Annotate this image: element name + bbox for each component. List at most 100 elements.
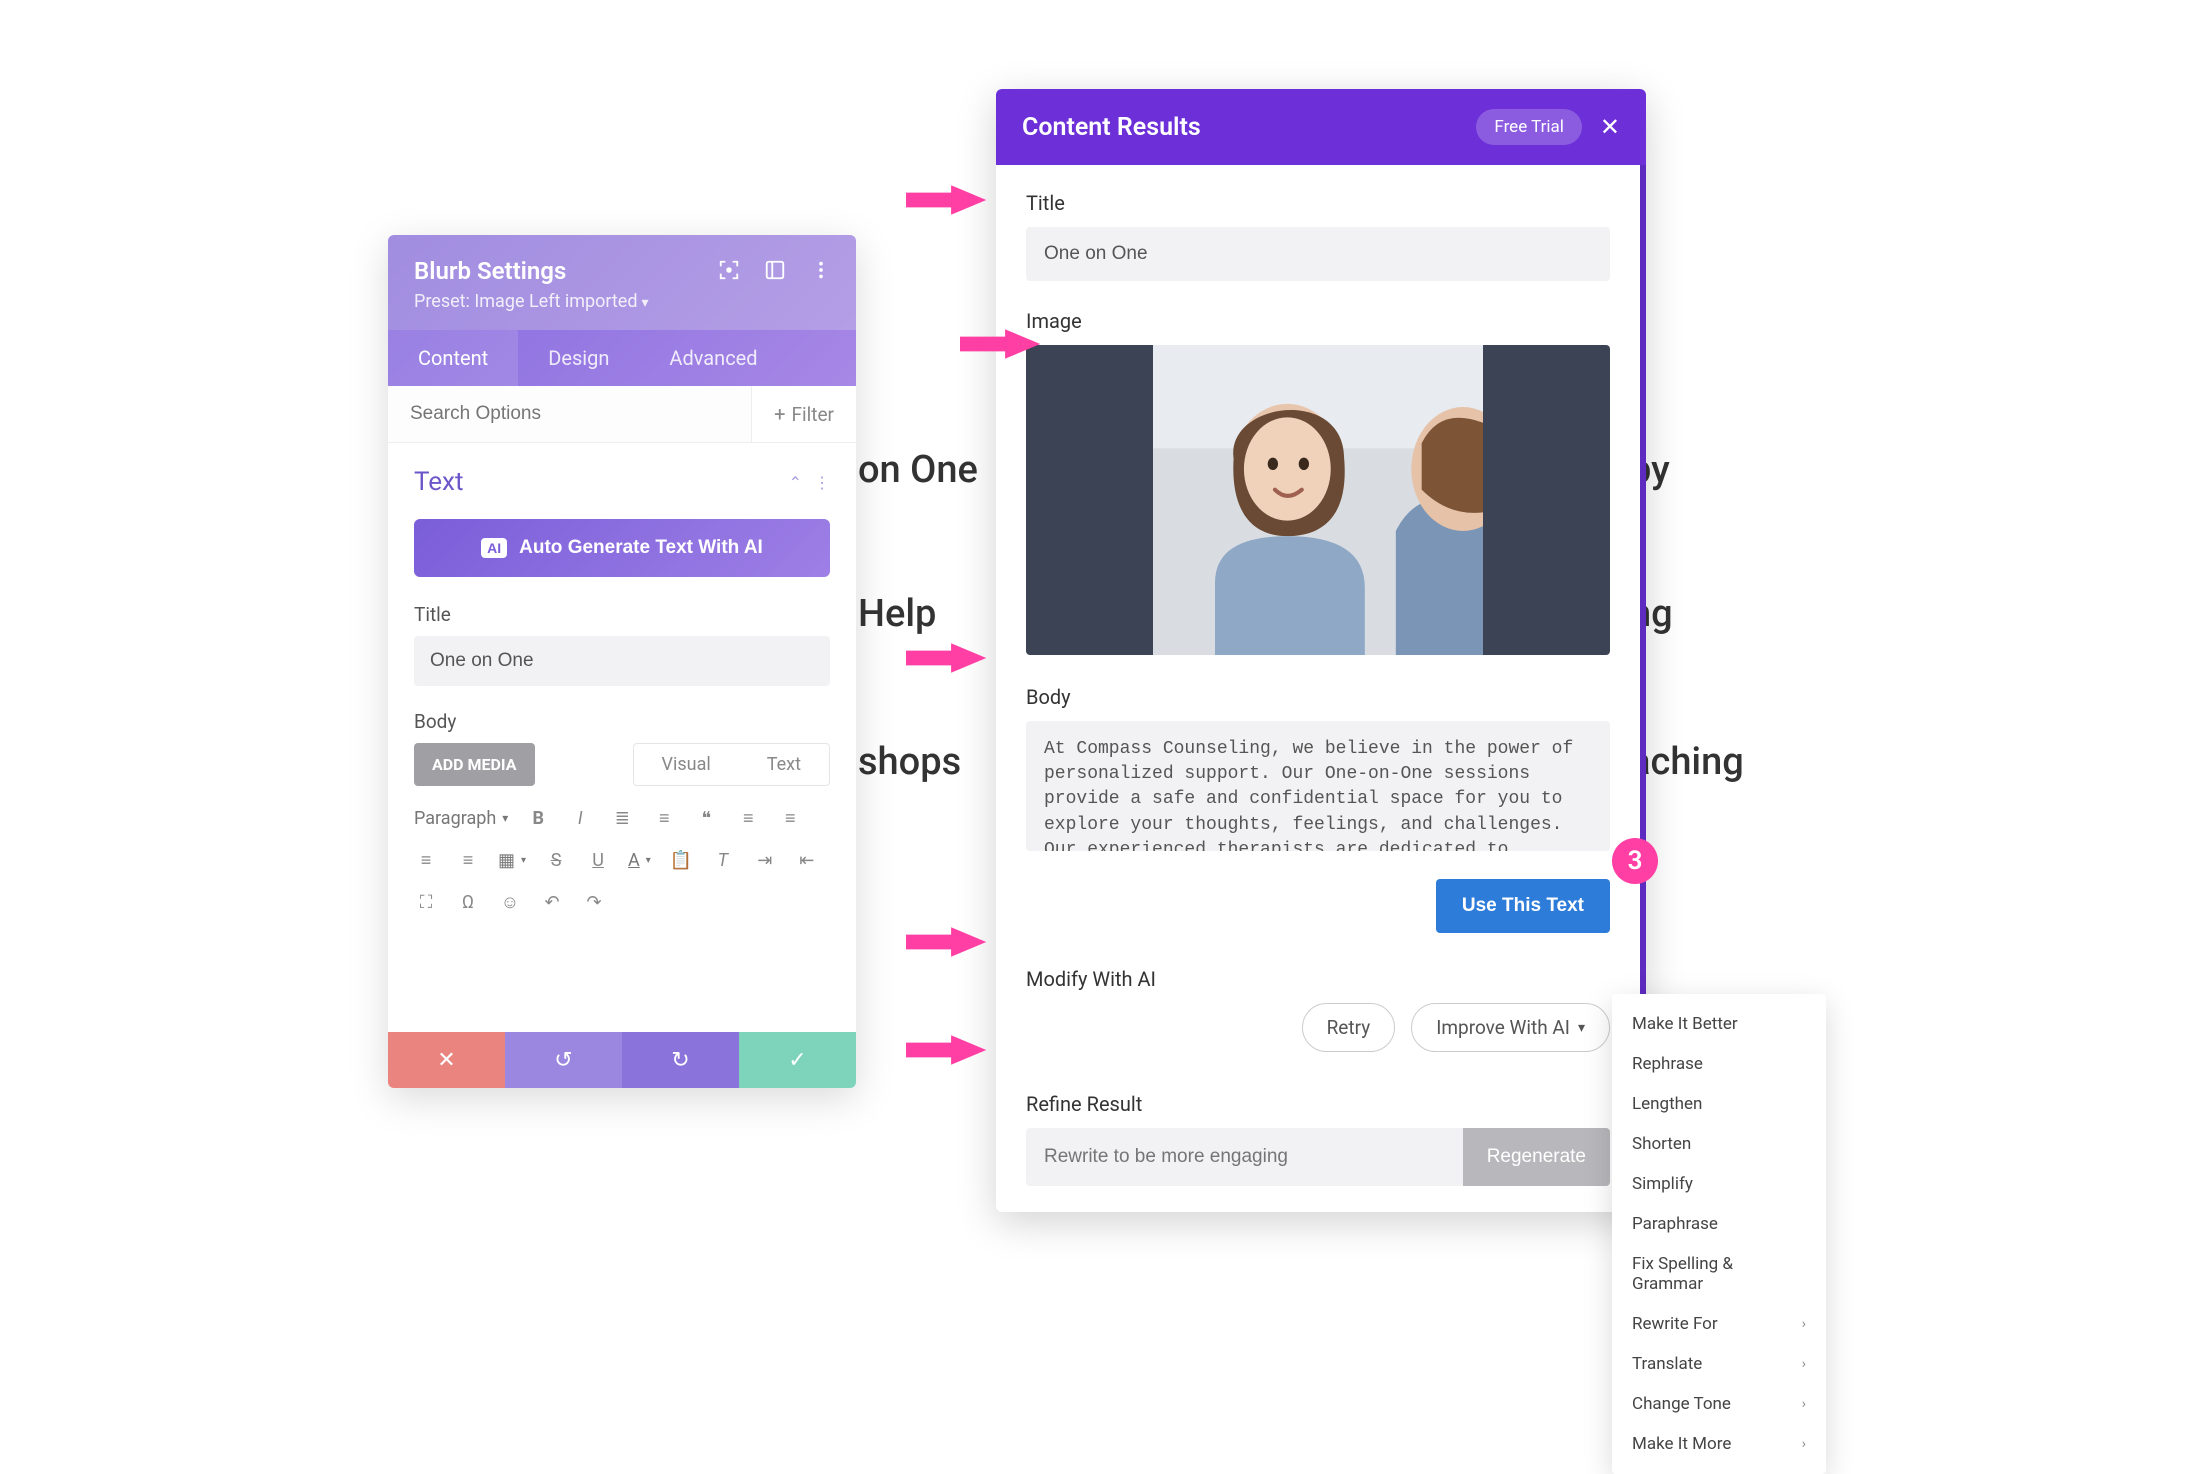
filter-button[interactable]: + Filter bbox=[751, 386, 856, 442]
bullet-list-icon[interactable]: ≣ bbox=[610, 806, 634, 830]
paragraph-selector[interactable]: Paragraph ▾ bbox=[414, 806, 508, 830]
align-right-icon[interactable]: ≡ bbox=[414, 848, 438, 872]
more-dots-icon[interactable]: ⋮ bbox=[814, 473, 830, 492]
outdent-icon[interactable]: ⇤ bbox=[795, 848, 819, 872]
cancel-button[interactable]: ✕ bbox=[388, 1032, 505, 1088]
dropdown-item[interactable]: Rephrase bbox=[1612, 1044, 1826, 1084]
chevron-right-icon: › bbox=[1802, 1316, 1806, 1332]
dropdown-item[interactable]: Make It Better bbox=[1612, 1004, 1826, 1044]
section-title[interactable]: Text ⌃ ⋮ bbox=[414, 467, 830, 497]
fullscreen-icon[interactable]: ⛶ bbox=[414, 890, 438, 914]
redo-button[interactable]: ↻ bbox=[622, 1032, 739, 1088]
dropdown-item[interactable]: Fix Spelling & Grammar bbox=[1612, 1244, 1826, 1304]
tab-advanced[interactable]: Advanced bbox=[639, 330, 787, 386]
step-badge-3: 3 bbox=[1612, 838, 1658, 884]
free-trial-button[interactable]: Free Trial bbox=[1476, 109, 1582, 145]
improve-dropdown: Make It BetterRephraseLengthenShortenSim… bbox=[1612, 994, 1826, 1474]
omega-icon[interactable]: Ω bbox=[456, 890, 480, 914]
result-body-label: Body bbox=[1026, 685, 1610, 709]
title-label: Title bbox=[414, 603, 830, 626]
caret-down-icon: ▾ bbox=[1578, 1020, 1585, 1036]
dropdown-item[interactable]: Lengthen bbox=[1612, 1084, 1826, 1124]
content-results-panel: Content Results Free Trial ✕ Title Image bbox=[996, 89, 1646, 1212]
paste-icon[interactable]: 📋 bbox=[669, 848, 693, 872]
bg-text: shops bbox=[858, 740, 961, 784]
retry-button[interactable]: Retry bbox=[1302, 1003, 1396, 1052]
improve-label: Improve With AI bbox=[1436, 1016, 1570, 1039]
bold-icon[interactable]: B bbox=[526, 806, 550, 830]
text-tab[interactable]: Text bbox=[739, 744, 829, 785]
filter-label: Filter bbox=[792, 403, 834, 426]
preset-label: Preset: Image Left imported bbox=[414, 291, 637, 312]
auto-generate-button[interactable]: AI Auto Generate Text With AI bbox=[414, 519, 830, 577]
dropdown-item[interactable]: Translate› bbox=[1612, 1344, 1826, 1384]
result-image-label: Image bbox=[1026, 309, 1610, 333]
strike-icon[interactable]: S bbox=[544, 848, 568, 872]
body-editor[interactable] bbox=[414, 918, 830, 1008]
confirm-button[interactable]: ✓ bbox=[739, 1032, 856, 1088]
align-left-icon[interactable]: ≡ bbox=[736, 806, 760, 830]
text-color-icon[interactable]: A ▾ bbox=[628, 848, 651, 872]
modify-with-ai-label: Modify With AI bbox=[1026, 967, 1610, 991]
more-icon[interactable] bbox=[810, 259, 832, 281]
quote-icon[interactable]: ❝ bbox=[694, 806, 718, 830]
search-input[interactable] bbox=[388, 386, 751, 442]
arrow-icon bbox=[906, 924, 988, 960]
footer-actions: ✕ ↺ ↻ ✓ bbox=[388, 1032, 856, 1088]
result-title-input[interactable] bbox=[1026, 227, 1610, 281]
visual-tab[interactable]: Visual bbox=[634, 744, 739, 785]
bg-text: on One bbox=[858, 448, 978, 492]
title-input[interactable] bbox=[414, 636, 830, 686]
undo-icon[interactable]: ↶ bbox=[540, 890, 564, 914]
preset-selector[interactable]: Preset: Image Left imported▾ bbox=[414, 291, 830, 312]
indent-icon[interactable]: ⇥ bbox=[753, 848, 777, 872]
undo-button[interactable]: ↺ bbox=[505, 1032, 622, 1088]
dropdown-item[interactable]: Shorten bbox=[1612, 1124, 1826, 1164]
improve-with-ai-button[interactable]: Improve With AI ▾ bbox=[1411, 1003, 1610, 1052]
refine-input[interactable] bbox=[1026, 1128, 1463, 1186]
text-section: Text ⌃ ⋮ AI Auto Generate Text With AI T… bbox=[388, 443, 856, 1032]
auto-generate-label: Auto Generate Text With AI bbox=[519, 537, 763, 559]
use-this-text-button[interactable]: Use This Text bbox=[1436, 879, 1610, 933]
results-header: Content Results Free Trial ✕ bbox=[996, 89, 1646, 165]
caret-down-icon: ▾ bbox=[641, 295, 648, 311]
redo-icon[interactable]: ↷ bbox=[582, 890, 606, 914]
person-illustration-icon bbox=[1153, 345, 1484, 655]
blurb-header: Blurb Settings Preset: Image Left import… bbox=[388, 235, 856, 330]
align-center-icon[interactable]: ≡ bbox=[778, 806, 802, 830]
plus-icon: + bbox=[774, 402, 785, 426]
arrow-icon bbox=[906, 640, 988, 676]
dropdown-item[interactable]: Paraphrase bbox=[1612, 1204, 1826, 1244]
tab-content[interactable]: Content bbox=[388, 330, 518, 386]
arrow-icon bbox=[960, 326, 1042, 362]
align-justify-icon[interactable]: ≡ bbox=[456, 848, 480, 872]
chevron-right-icon: › bbox=[1802, 1396, 1806, 1412]
body-label: Body bbox=[414, 710, 830, 733]
chevron-up-icon[interactable]: ⌃ bbox=[789, 473, 802, 492]
dropdown-item[interactable]: Rewrite For› bbox=[1612, 1304, 1826, 1344]
add-media-button[interactable]: ADD MEDIA bbox=[414, 743, 535, 786]
result-image[interactable] bbox=[1026, 345, 1610, 655]
arrow-icon bbox=[906, 1032, 988, 1068]
close-icon[interactable]: ✕ bbox=[1600, 113, 1620, 141]
dropdown-item[interactable]: Change Tone› bbox=[1612, 1384, 1826, 1424]
chevron-right-icon: › bbox=[1802, 1356, 1806, 1372]
clear-format-icon[interactable]: T bbox=[711, 848, 735, 872]
number-list-icon[interactable]: ≡ bbox=[652, 806, 676, 830]
regenerate-button[interactable]: Regenerate bbox=[1463, 1128, 1610, 1186]
italic-icon[interactable]: I bbox=[568, 806, 592, 830]
tab-design[interactable]: Design bbox=[518, 330, 639, 386]
result-title-label: Title bbox=[1026, 191, 1610, 215]
result-body-textarea[interactable] bbox=[1026, 721, 1610, 851]
bg-text: aching bbox=[1630, 740, 1744, 784]
underline-icon[interactable]: U bbox=[586, 848, 610, 872]
emoji-icon[interactable]: ☺ bbox=[498, 890, 522, 914]
chevron-right-icon: › bbox=[1802, 1436, 1806, 1452]
panel-icon[interactable] bbox=[764, 259, 786, 281]
ai-icon: AI bbox=[481, 538, 507, 558]
caret-down-icon: ▾ bbox=[502, 811, 508, 825]
dropdown-item[interactable]: Make It More› bbox=[1612, 1424, 1826, 1464]
dropdown-item[interactable]: Simplify bbox=[1612, 1164, 1826, 1204]
table-icon[interactable]: ▦ ▾ bbox=[498, 848, 526, 872]
focus-icon[interactable] bbox=[718, 259, 740, 281]
